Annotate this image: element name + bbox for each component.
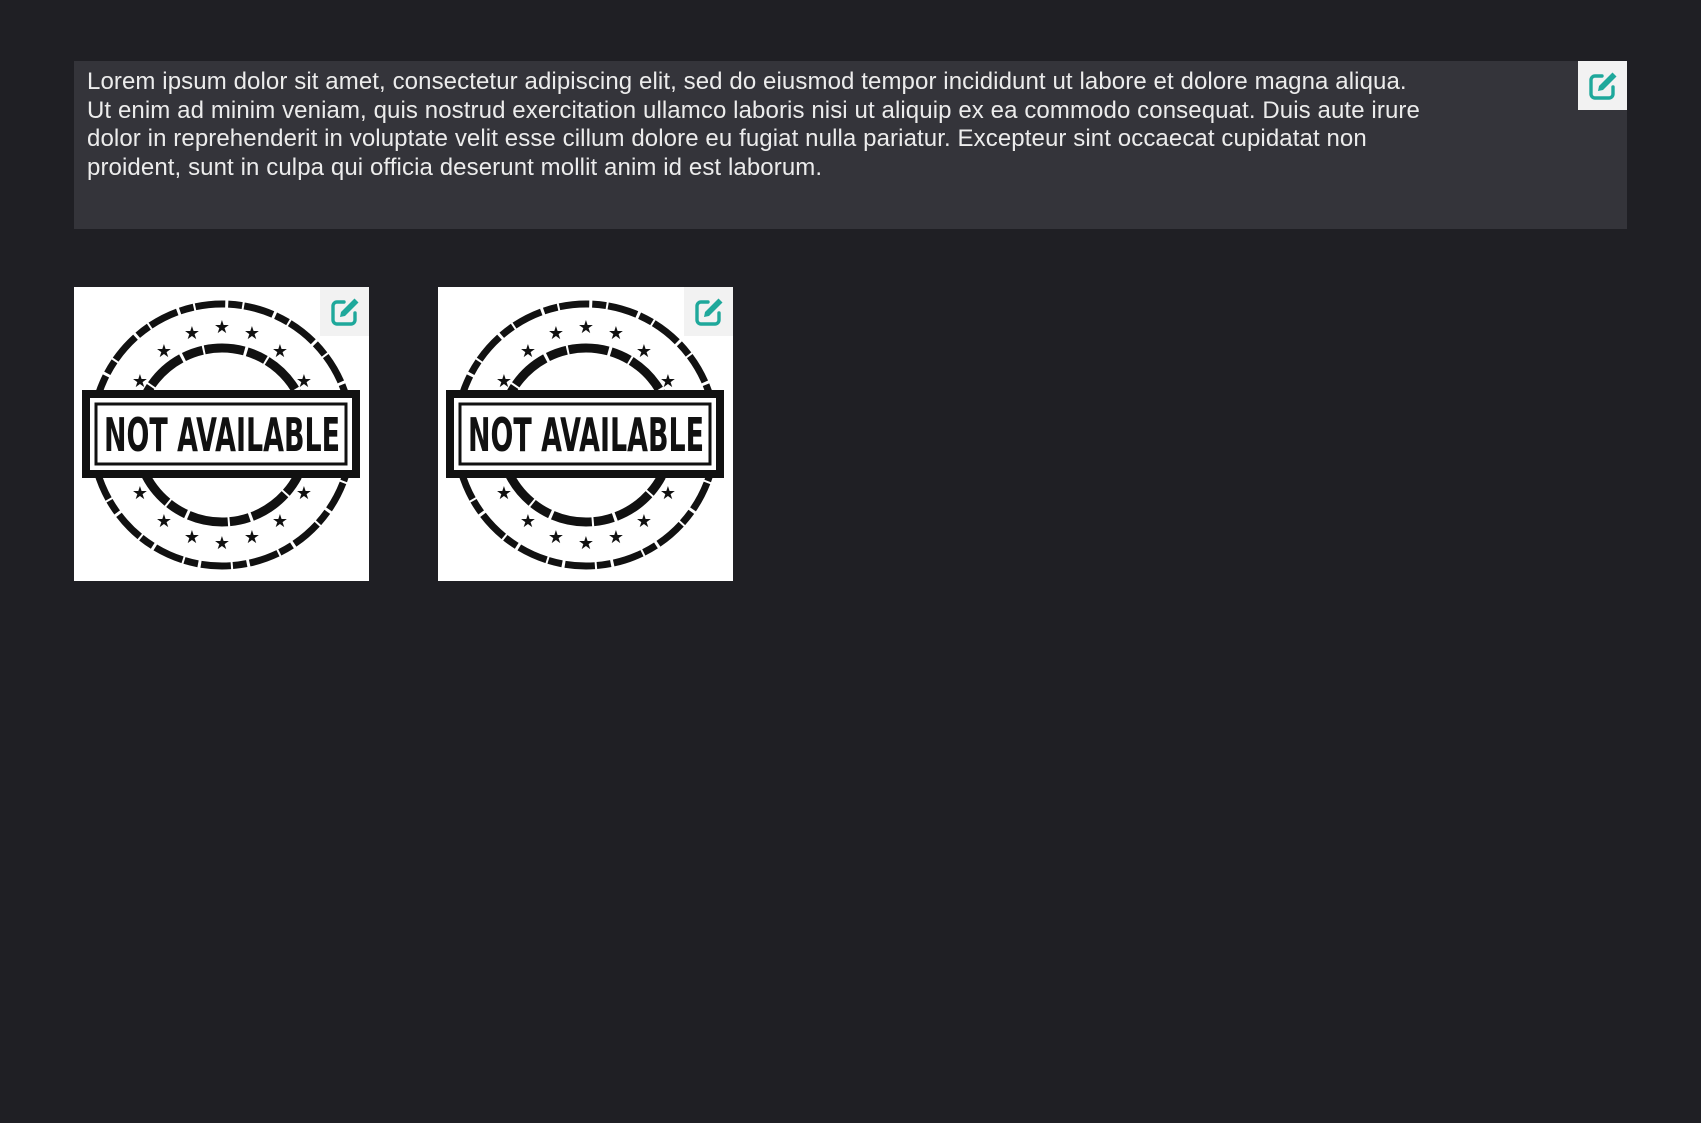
image-card[interactable]: ★ ★ ★ ★ ★ ★ ★ ★ ★ ★ ★ ★ ★ ★ NOT AVAILABLE	[438, 287, 733, 581]
svg-text:★: ★	[296, 483, 312, 504]
svg-text:★: ★	[156, 511, 172, 532]
svg-text:★: ★	[608, 527, 624, 548]
svg-text:★: ★	[548, 527, 564, 548]
stamp-text: NOT AVAILABLE	[104, 408, 340, 462]
svg-text:★: ★	[272, 341, 288, 362]
svg-text:★: ★	[184, 527, 200, 548]
image-card[interactable]: ★ ★ ★ ★ ★ ★ ★ ★ ★ ★ ★ ★ ★ ★ NOT AVAILABLE	[74, 287, 369, 581]
svg-text:★: ★	[608, 323, 624, 344]
svg-text:★: ★	[132, 371, 148, 392]
edit-image-button[interactable]	[320, 287, 369, 336]
svg-text:★: ★	[520, 341, 536, 362]
text-block-body: Lorem ipsum dolor sit amet, consectetur …	[87, 68, 1420, 181]
svg-text:★: ★	[214, 317, 230, 338]
svg-text:★: ★	[244, 323, 260, 344]
edit-image-button[interactable]	[684, 287, 733, 336]
svg-text:★: ★	[496, 371, 512, 392]
svg-text:★: ★	[660, 483, 676, 504]
edit-icon	[330, 298, 358, 326]
svg-text:★: ★	[636, 511, 652, 532]
svg-text:★: ★	[520, 511, 536, 532]
svg-text:★: ★	[636, 341, 652, 362]
svg-text:★: ★	[272, 511, 288, 532]
stamp-text: NOT AVAILABLE	[468, 408, 704, 462]
svg-text:★: ★	[184, 323, 200, 344]
svg-text:★: ★	[296, 371, 312, 392]
svg-text:★: ★	[578, 533, 594, 554]
svg-text:★: ★	[214, 533, 230, 554]
svg-text:★: ★	[156, 341, 172, 362]
svg-text:★: ★	[496, 483, 512, 504]
text-block: Lorem ipsum dolor sit amet, consectetur …	[74, 61, 1627, 229]
svg-text:★: ★	[244, 527, 260, 548]
edit-icon	[694, 298, 722, 326]
svg-text:★: ★	[660, 371, 676, 392]
edit-icon	[1588, 72, 1616, 100]
svg-text:★: ★	[578, 317, 594, 338]
svg-text:★: ★	[548, 323, 564, 344]
svg-text:★: ★	[132, 483, 148, 504]
edit-text-button[interactable]	[1578, 61, 1627, 110]
